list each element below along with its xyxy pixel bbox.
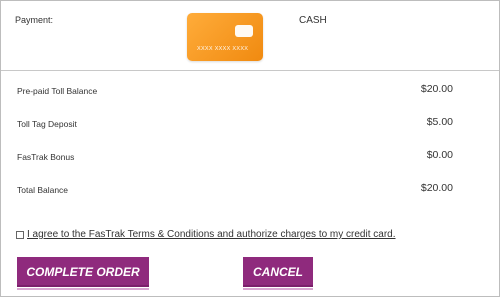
complete-order-button[interactable]: COMPLETE ORDER (17, 257, 149, 290)
summary-row-toll-tag-deposit: Toll Tag Deposit $5.00 (17, 116, 453, 130)
payment-label: Payment: (15, 15, 54, 25)
payment-method: CASH (299, 15, 327, 26)
cancel-button[interactable]: CANCEL (243, 257, 313, 290)
summary-value: $20.00 (420, 182, 453, 194)
order-summary-panel: Payment: XXXX XXXX XXXX CASH Pre-paid To… (0, 0, 500, 297)
summary-label: Total Balance (17, 185, 69, 195)
terms-agreement-link[interactable]: I agree to the FasTrak Terms & Condition… (27, 229, 396, 240)
summary-value: $20.00 (420, 83, 453, 95)
summary-row-total-balance: Total Balance $20.00 (17, 182, 453, 196)
terms-checkbox[interactable] (16, 230, 24, 239)
summary-label: FasTrak Bonus (17, 152, 75, 162)
terms-agreement[interactable]: I agree to the FasTrak Terms & Condition… (16, 229, 396, 240)
summary-row-fastrak-bonus: FasTrak Bonus $0.00 (17, 149, 453, 163)
summary-label: Pre-paid Toll Balance (17, 86, 98, 96)
summary-row-prepaid-toll-balance: Pre-paid Toll Balance $20.00 (17, 83, 453, 97)
summary-value: $0.00 (426, 149, 453, 161)
card-number: XXXX XXXX XXXX (197, 46, 249, 52)
card-chip-icon (235, 25, 253, 37)
divider (1, 70, 499, 71)
credit-card-icon: XXXX XXXX XXXX (187, 13, 263, 61)
summary-label: Toll Tag Deposit (17, 119, 77, 129)
summary-value: $5.00 (426, 116, 453, 128)
